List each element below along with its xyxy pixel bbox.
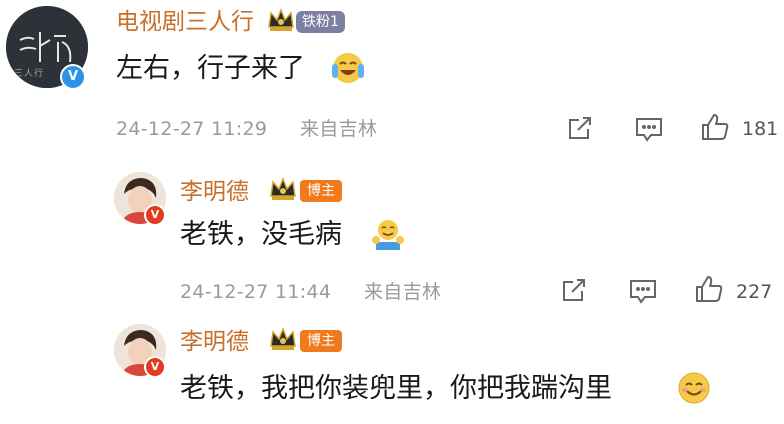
verified-icon: V [60, 64, 86, 90]
comment-icon[interactable] [628, 277, 658, 309]
like-icon[interactable] [700, 112, 730, 146]
host-badge: 博主 [300, 180, 342, 202]
username[interactable]: 电视剧三人行 [116, 8, 254, 36]
verified-icon: V [144, 204, 166, 226]
host-badge: 博主 [300, 330, 342, 352]
reply-item: V 李明德 博主 老铁，我把你装兜里，你把我踹沟里 [0, 310, 784, 424]
timestamp: 24-12-27 11:44 [180, 281, 332, 303]
comment-text: 左右，行子来了 [116, 53, 305, 84]
share-icon[interactable] [560, 276, 588, 308]
thumbs-up-emoji [370, 216, 406, 256]
comment-item: 三人行 V 电视剧三人行 铁粉1 左右，行子来了 24-12-27 11:29 … [0, 0, 784, 160]
smile-emoji [676, 370, 712, 410]
location: 来自吉林 [364, 281, 442, 303]
like-icon[interactable] [694, 274, 724, 308]
like-count: 181 [742, 118, 779, 140]
username[interactable]: 李明德 [180, 178, 249, 206]
timestamp: 24-12-27 11:29 [116, 118, 268, 140]
avatar-caption: 三人行 [14, 69, 45, 79]
location: 来自吉林 [300, 118, 378, 140]
like-count: 227 [736, 281, 773, 303]
share-icon[interactable] [566, 114, 594, 146]
fan-badge: 铁粉1 [296, 11, 345, 33]
crown-icon [266, 7, 296, 37]
username[interactable]: 李明德 [180, 328, 249, 356]
laughing-crying-emoji [330, 50, 366, 90]
comment-text: 老铁，没毛病 [180, 219, 342, 250]
comment-icon[interactable] [634, 115, 664, 147]
verified-icon: V [144, 356, 166, 378]
crown-icon [268, 326, 298, 356]
crown-icon [268, 176, 298, 206]
reply-item: V 李明德 博主 老铁，没毛病 24-12-27 11:44 来自吉林 227 [0, 160, 784, 310]
comment-text: 老铁，我把你装兜里，你把我踹沟里 [180, 373, 612, 404]
